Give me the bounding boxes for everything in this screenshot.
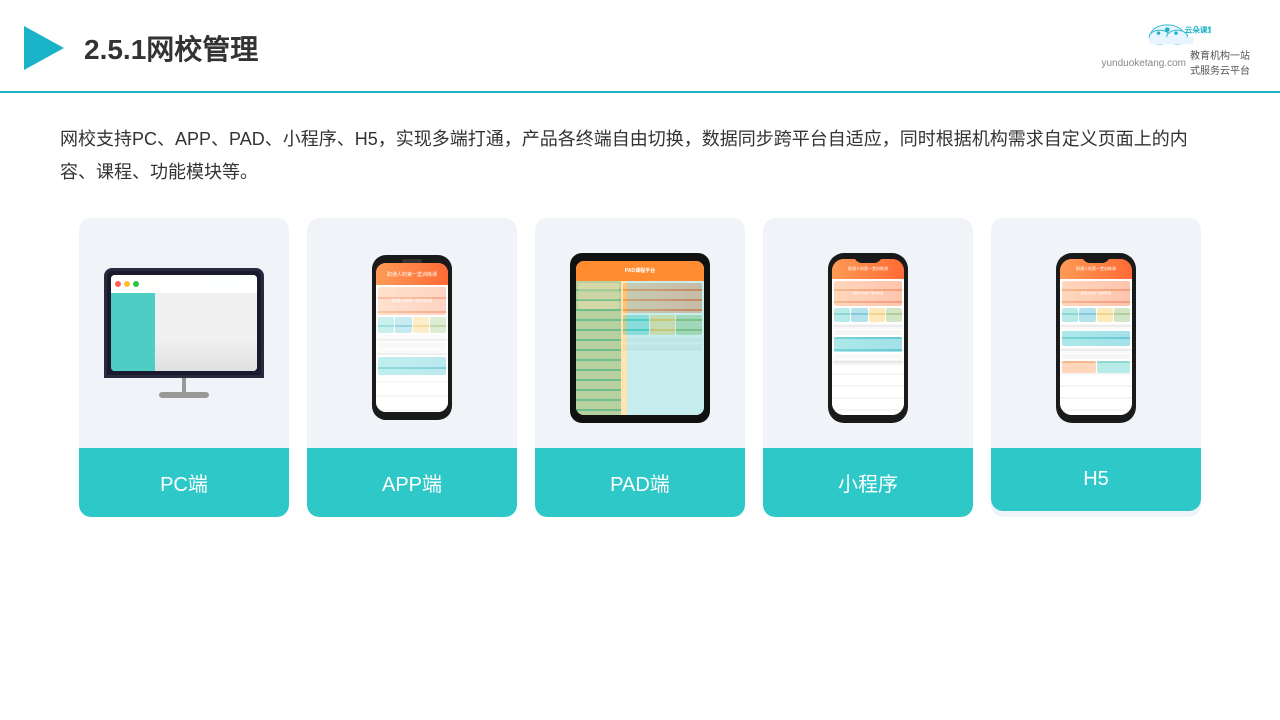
card-miniprogram: 职通人的第一堂训练课 职通人的第一堂训练课 (763, 218, 973, 517)
card-pad-label: PAD端 (535, 448, 745, 517)
logo-icon: 云朵课堂 (1141, 18, 1211, 47)
pad-tablet: PAD课程平台 (570, 253, 710, 423)
card-pad: PAD课程平台 (535, 218, 745, 517)
card-app-label: APP端 (307, 448, 517, 517)
main-content: 网校支持PC、APP、PAD、小程序、H5，实现多端打通，产品各终端自由切换，数… (0, 93, 1280, 537)
card-h5-label: H5 (991, 448, 1201, 511)
svg-text:云朵课堂: 云朵课堂 (1184, 25, 1210, 35)
header: 2.5.1网校管理 云朵课堂 yunduoketang.com 教育机构一站 式… (0, 0, 1280, 93)
card-h5-image: 职通人的第一堂训练课 职通人的第一堂训练课 (991, 218, 1201, 448)
page-title: 2.5.1网校管理 (84, 28, 258, 68)
card-app: 职通人的第一堂训练课 职通人的第一堂训练课 (307, 218, 517, 517)
app-phone: 职通人的第一堂训练课 职通人的第一堂训练课 (372, 255, 452, 420)
miniprogram-phone: 职通人的第一堂训练课 职通人的第一堂训练课 (828, 253, 908, 423)
card-pc: PC端 (79, 218, 289, 517)
card-pad-image: PAD课程平台 (535, 218, 745, 448)
card-pc-image (79, 218, 289, 448)
pc-monitor (104, 268, 264, 408)
h5-phone: 职通人的第一堂训练课 职通人的第一堂训练课 (1056, 253, 1136, 423)
cards-container: PC端 职通人的第一堂训练课 职通人的第一堂训练课 (60, 218, 1220, 517)
logo-area: 云朵课堂 yunduoketang.com 教育机构一站 式服务云平台 (1101, 18, 1250, 77)
header-left: 2.5.1网校管理 (20, 24, 258, 72)
description-text: 网校支持PC、APP、PAD、小程序、H5，实现多端打通，产品各终端自由切换，数… (60, 123, 1220, 188)
card-app-image: 职通人的第一堂训练课 职通人的第一堂训练课 (307, 218, 517, 448)
card-h5: 职通人的第一堂训练课 职通人的第一堂训练课 (991, 218, 1201, 517)
logo-url: yunduoketang.com (1101, 58, 1186, 69)
card-pc-label: PC端 (79, 448, 289, 517)
play-icon (20, 24, 68, 72)
card-miniprogram-label: 小程序 (763, 448, 973, 517)
card-miniprogram-image: 职通人的第一堂训练课 职通人的第一堂训练课 (763, 218, 973, 448)
logo-tagline: 教育机构一站 式服务云平台 (1190, 47, 1250, 77)
